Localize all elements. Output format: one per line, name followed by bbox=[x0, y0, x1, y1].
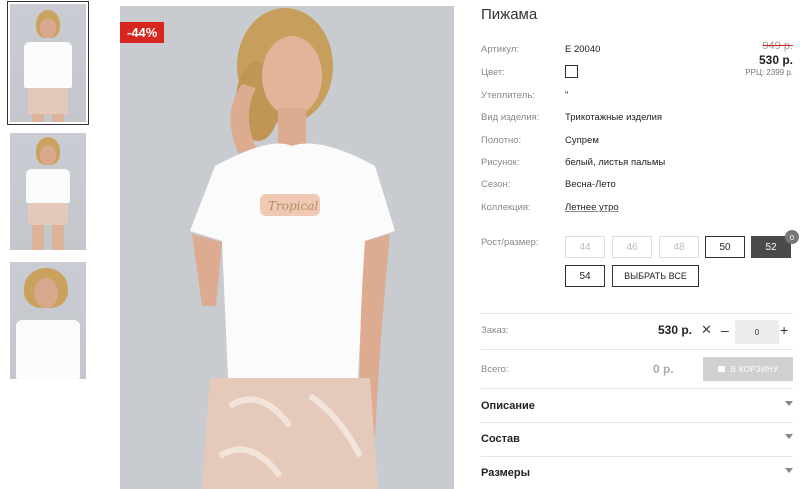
product-title: Пижама bbox=[481, 6, 538, 23]
accordion-composition[interactable]: Состав bbox=[481, 433, 793, 445]
cart-icon bbox=[717, 366, 725, 372]
spec-value: Супрем bbox=[565, 135, 599, 146]
total-price: 0 р. bbox=[653, 362, 674, 376]
size-quantity-badge: 0 bbox=[785, 230, 799, 244]
divider bbox=[481, 456, 793, 457]
accordion-label: Размеры bbox=[481, 467, 531, 479]
size-option-54[interactable]: 54 bbox=[565, 265, 605, 287]
select-all-button[interactable]: ВЫБРАТЬ ВСЕ bbox=[612, 265, 699, 287]
quantity-input[interactable] bbox=[735, 320, 779, 344]
spec-key: Цвет: bbox=[481, 67, 505, 78]
spec-value: Трикотажные изделия bbox=[565, 112, 663, 123]
thumbnail-1[interactable] bbox=[7, 1, 89, 125]
main-product-photo[interactable]: Tropical bbox=[120, 6, 454, 489]
spec-value: белый, листья пальмы bbox=[565, 157, 666, 168]
thumbnail-photo bbox=[10, 4, 86, 122]
collection-link[interactable]: Летнее утро bbox=[565, 202, 619, 213]
chevron-down-icon bbox=[785, 468, 793, 473]
accordion-label: Описание bbox=[481, 400, 535, 412]
color-swatch[interactable] bbox=[565, 65, 578, 78]
divider bbox=[481, 388, 793, 389]
divider bbox=[481, 313, 793, 314]
add-to-cart-button[interactable]: В КОРЗИНУ bbox=[703, 357, 793, 381]
thumbnail-photo bbox=[10, 262, 86, 379]
multiply-icon: ✕ bbox=[701, 322, 712, 337]
spec-key: Вид изделия: bbox=[481, 112, 540, 123]
size-option-50[interactable]: 50 bbox=[705, 236, 745, 258]
thumbnail-3[interactable] bbox=[10, 262, 86, 379]
spec-key: Полотно: bbox=[481, 135, 522, 146]
discount-badge: -44% bbox=[120, 22, 165, 43]
spec-value: " bbox=[565, 90, 569, 101]
accordion-description[interactable]: Описание bbox=[481, 400, 793, 412]
rrc-price: РРЦ: 2399 р. bbox=[745, 68, 793, 77]
spec-key: Артикул: bbox=[481, 44, 520, 55]
old-price: 949 р. bbox=[762, 40, 793, 52]
spec-key: Утеплитель: bbox=[481, 90, 535, 101]
spec-key: Коллекция: bbox=[481, 202, 531, 213]
current-price: 530 р. bbox=[758, 53, 793, 67]
quantity-decrease-button[interactable]: – bbox=[721, 322, 729, 338]
thumbnail-2[interactable] bbox=[10, 133, 86, 250]
divider bbox=[481, 422, 793, 423]
size-option-44[interactable]: 44 bbox=[565, 236, 605, 258]
size-label: Рост/размер: bbox=[481, 237, 539, 248]
spec-key: Сезон: bbox=[481, 179, 511, 190]
divider bbox=[481, 349, 793, 350]
spec-value: Весна-Лето bbox=[565, 179, 616, 190]
spec-value: Е 20040 bbox=[565, 44, 601, 55]
size-option-48[interactable]: 48 bbox=[659, 236, 699, 258]
order-label: Заказ: bbox=[481, 325, 509, 336]
total-label: Всего: bbox=[481, 364, 509, 375]
accordion-label: Состав bbox=[481, 433, 520, 445]
spec-key: Рисунок: bbox=[481, 157, 520, 168]
accordion-sizes[interactable]: Размеры bbox=[481, 467, 793, 479]
model-illustration: Tropical bbox=[120, 6, 454, 489]
order-price: 530 р. bbox=[658, 323, 693, 337]
chevron-down-icon bbox=[785, 401, 793, 406]
quantity-increase-button[interactable]: + bbox=[780, 322, 788, 338]
chevron-down-icon bbox=[785, 434, 793, 439]
thumbnail-photo bbox=[10, 133, 86, 250]
size-option-46[interactable]: 46 bbox=[612, 236, 652, 258]
add-to-cart-label: В КОРЗИНУ bbox=[730, 364, 779, 374]
svg-text:Tropical: Tropical bbox=[268, 199, 318, 213]
